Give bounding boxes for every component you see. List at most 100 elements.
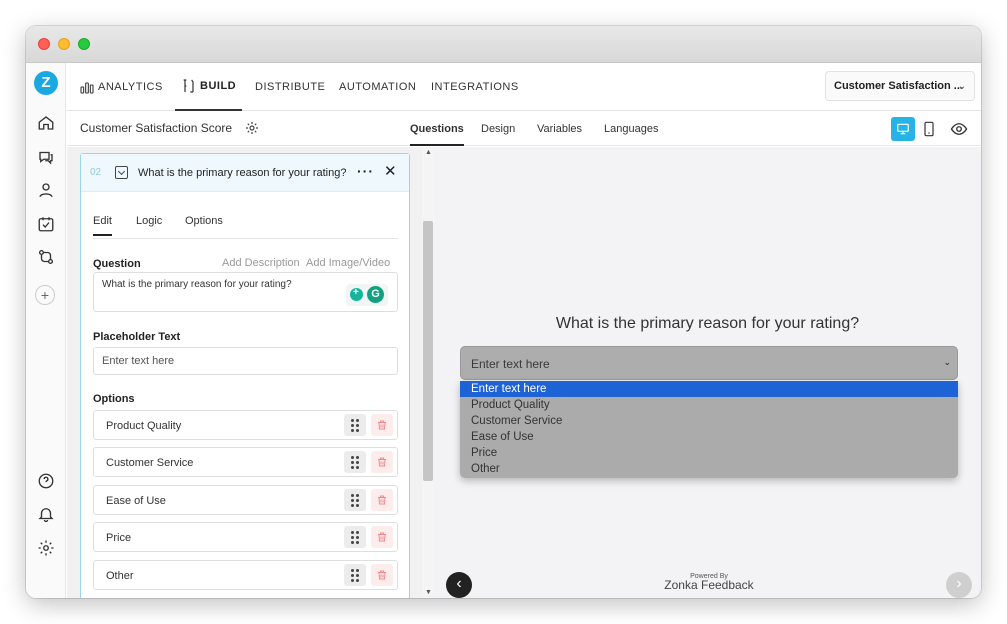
tab-logic[interactable]: Logic <box>136 215 162 227</box>
option-row[interactable]: Customer Service <box>93 447 398 477</box>
tabs-divider <box>93 238 398 239</box>
scroll-down-arrow-icon[interactable]: ▼ <box>425 589 432 596</box>
preview-dropdown-select[interactable]: Enter text here ⌄ <box>460 346 958 380</box>
drag-handle-icon[interactable] <box>344 489 366 511</box>
trash-icon[interactable] <box>371 414 393 436</box>
option-row[interactable]: Other <box>93 560 398 590</box>
options-label: Options <box>93 393 135 405</box>
dropdown-option[interactable]: Customer Service <box>460 413 958 429</box>
close-window-button[interactable] <box>38 38 50 50</box>
survey-settings-gear-icon[interactable] <box>244 120 260 136</box>
nav-distribute[interactable]: DISTRIBUTE <box>255 63 325 111</box>
option-text: Ease of Use <box>106 495 166 507</box>
top-navigation: ANALYTICS BUILD DISTRIBUTE AUTOMATION IN… <box>67 63 981 111</box>
question-header-text: What is the primary reason for your rati… <box>138 167 347 179</box>
tab-languages[interactable]: Languages <box>604 112 658 146</box>
chevron-down-icon: ⌄ <box>943 357 951 367</box>
more-options-icon[interactable]: ··· <box>357 163 374 179</box>
help-icon[interactable] <box>36 471 56 491</box>
dropdown-option[interactable]: Product Quality <box>460 397 958 413</box>
placeholder-text-label: Placeholder Text <box>93 331 181 343</box>
nav-analytics-label: ANALYTICS <box>98 81 163 93</box>
lightbulb-icon <box>350 287 363 301</box>
trash-icon[interactable] <box>371 526 393 548</box>
drag-handle-icon[interactable] <box>344 414 366 436</box>
preview-select-placeholder: Enter text here <box>471 357 550 371</box>
nav-build-label: BUILD <box>200 80 237 92</box>
previous-arrow-button[interactable]: ‹ <box>446 572 472 598</box>
chat-survey-icon[interactable] <box>36 147 56 167</box>
question-text-field[interactable]: What is the primary reason for your rati… <box>93 272 398 312</box>
bar-chart-icon <box>80 82 94 94</box>
tab-options[interactable]: Options <box>185 215 223 227</box>
placeholder-text-value: Enter text here <box>102 355 175 367</box>
app-window: Z + ANALYTICS BUILD DISTRIBUTE AUTOMATIO… <box>26 26 981 598</box>
add-image-video-link[interactable]: Add Image/Video <box>306 257 390 269</box>
bell-icon[interactable] <box>36 504 56 524</box>
drag-handle-icon[interactable] <box>344 526 366 548</box>
scroll-up-arrow-icon[interactable]: ▲ <box>425 149 432 156</box>
question-editor-panel: 02 What is the primary reason for your r… <box>67 147 422 598</box>
dropdown-option[interactable]: Enter text here <box>460 381 958 397</box>
question-card: 02 What is the primary reason for your r… <box>80 153 410 598</box>
survey-selector[interactable]: Customer Satisfaction ... ⌄ <box>825 71 975 101</box>
tab-edit[interactable]: Edit <box>93 215 112 236</box>
option-row[interactable]: Product Quality <box>93 410 398 440</box>
trash-icon[interactable] <box>371 489 393 511</box>
dropdown-option[interactable]: Other <box>460 461 958 477</box>
grammarly-icon: G <box>367 286 384 303</box>
add-description-link[interactable]: Add Description <box>222 257 300 269</box>
home-icon[interactable] <box>36 113 56 133</box>
nav-integrations[interactable]: INTEGRATIONS <box>431 63 519 111</box>
survey-title: Customer Satisfaction Score <box>80 121 233 135</box>
survey-preview: What is the primary reason for your rati… <box>434 147 981 598</box>
brand-name: Zonka Feedback <box>664 578 754 592</box>
eye-icon[interactable] <box>947 117 971 141</box>
preview-dropdown-list: Enter text here Product Quality Customer… <box>460 381 958 478</box>
mobile-preview-icon[interactable] <box>919 117 939 141</box>
nav-analytics[interactable]: ANALYTICS <box>79 63 163 111</box>
tab-variables[interactable]: Variables <box>537 112 582 146</box>
preview-question-text: What is the primary reason for your rati… <box>555 315 860 332</box>
title-bar <box>26 26 981 63</box>
option-text: Customer Service <box>106 457 194 469</box>
option-text: Other <box>106 570 134 582</box>
question-number: 02 <box>90 167 102 178</box>
drag-handle-icon[interactable] <box>344 451 366 473</box>
icon-rail: Z + <box>26 63 66 598</box>
option-text: Price <box>106 532 132 544</box>
next-arrow-button[interactable]: › <box>946 572 972 598</box>
powered-by-badge: Powered By Zonka Feedback <box>664 573 754 591</box>
tools-icon <box>183 79 194 93</box>
editor-scrollbar-thumb[interactable] <box>423 221 433 481</box>
option-row[interactable]: Price <box>93 522 398 552</box>
settings-icon[interactable] <box>36 538 56 558</box>
tab-questions[interactable]: Questions <box>410 112 464 146</box>
grammarly-widget[interactable]: G <box>346 284 388 306</box>
trash-icon[interactable] <box>371 451 393 473</box>
option-text: Product Quality <box>106 420 182 432</box>
question-label: Question <box>93 258 141 270</box>
tab-design[interactable]: Design <box>481 112 515 146</box>
nav-automation-label: AUTOMATION <box>339 81 417 93</box>
option-row[interactable]: Ease of Use <box>93 485 398 515</box>
placeholder-text-field[interactable]: Enter text here <box>93 347 398 375</box>
nav-build[interactable]: BUILD <box>175 63 243 111</box>
workflow-icon[interactable] <box>36 247 56 267</box>
dropdown-option[interactable]: Price <box>460 445 958 461</box>
dropdown-option[interactable]: Ease of Use <box>460 429 958 445</box>
calendar-check-icon[interactable] <box>36 214 56 234</box>
trash-icon[interactable] <box>371 564 393 586</box>
add-button[interactable]: + <box>35 285 55 305</box>
minimize-window-button[interactable] <box>58 38 70 50</box>
user-icon[interactable] <box>36 180 56 200</box>
zoom-window-button[interactable] <box>78 38 90 50</box>
zonka-logo[interactable]: Z <box>34 71 58 95</box>
nav-automation[interactable]: AUTOMATION <box>339 63 416 111</box>
desktop-preview-icon[interactable] <box>891 117 915 141</box>
question-card-header[interactable]: 02 What is the primary reason for your r… <box>81 154 409 192</box>
close-icon[interactable]: ✕ <box>384 162 397 180</box>
drag-handle-icon[interactable] <box>344 564 366 586</box>
survey-subbar: Customer Satisfaction Score Questions De… <box>67 112 981 146</box>
nav-integrations-label: INTEGRATIONS <box>431 81 519 93</box>
